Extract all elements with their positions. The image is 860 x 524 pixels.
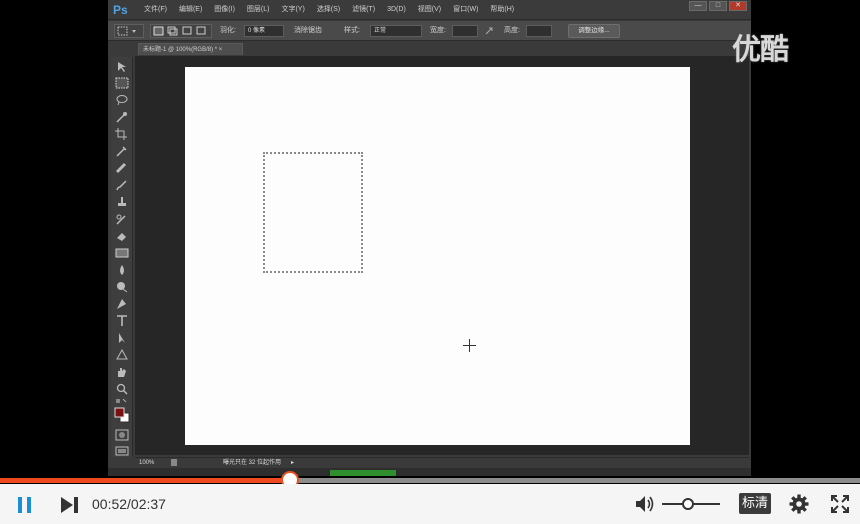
rectangular-selection <box>263 152 363 273</box>
move-tool-icon[interactable] <box>115 61 129 73</box>
selection-mode-buttons[interactable] <box>150 24 212 38</box>
minimize-button[interactable]: — <box>689 1 707 11</box>
youku-watermark: 优酷 <box>732 34 789 66</box>
menu-item[interactable]: 文字(Y) <box>275 0 310 20</box>
type-tool-icon[interactable] <box>115 315 129 327</box>
menu-items: 文件(F) 编辑(E) 图像(I) 图层(L) 文字(Y) 选择(S) 滤镜(T) 3D(D)… <box>138 0 520 20</box>
menu-item[interactable]: 图像(I) <box>208 0 241 20</box>
player-controls: 00:52/02:37 标清 <box>0 484 860 524</box>
width-label: 宽度: <box>430 27 446 34</box>
healing-brush-tool-icon[interactable] <box>115 162 129 174</box>
height-label: 高度: <box>504 27 520 34</box>
refine-edge-button[interactable]: 调整边缘... <box>568 24 620 38</box>
menu-item[interactable]: 文件(F) <box>138 0 173 20</box>
taskbar-strip <box>108 468 751 476</box>
menu-item[interactable]: 窗口(W) <box>447 0 484 20</box>
eraser-tool-icon[interactable] <box>115 230 129 242</box>
menu-item[interactable]: 图层(L) <box>241 0 276 20</box>
status-menu-arrow-icon[interactable]: ▸ <box>291 458 294 468</box>
antialias-checkbox[interactable]: 消除锯齿 <box>294 21 322 41</box>
menu-item[interactable]: 选择(S) <box>311 0 346 20</box>
dodge-tool-icon[interactable] <box>115 281 129 293</box>
height-input[interactable] <box>526 25 552 37</box>
document-canvas[interactable] <box>185 67 690 445</box>
color-swatches[interactable] <box>114 407 130 423</box>
volume-slider[interactable] <box>662 495 720 513</box>
hand-tool-icon[interactable] <box>115 366 129 378</box>
volume-knob[interactable] <box>682 498 695 510</box>
tools-panel <box>111 57 133 457</box>
width-input[interactable] <box>452 25 478 37</box>
path-selection-tool-icon[interactable] <box>115 332 129 344</box>
tool-preset-picker[interactable] <box>114 24 144 38</box>
document-tab[interactable]: 未标题-1 @ 100%(RGB/8) * × <box>138 43 243 55</box>
photoshop-logo: Ps <box>113 3 128 17</box>
menu-item[interactable]: 帮助(H) <box>484 0 520 20</box>
next-button[interactable] <box>60 496 80 514</box>
status-info: 曝光只在 32 位起作用 <box>223 460 282 466</box>
feather-label: 羽化: <box>220 27 236 34</box>
quick-mask-icon[interactable] <box>115 429 129 441</box>
zoom-level[interactable]: 100% <box>139 458 154 468</box>
clone-stamp-tool-icon[interactable] <box>115 196 129 208</box>
options-bar: 羽化: 0 像素 消除锯齿 样式: 正常 宽度: 高度: 调整边缘... <box>108 21 751 41</box>
status-icon <box>171 459 177 466</box>
video-frame[interactable]: Ps 文件(F) 编辑(E) 图像(I) 图层(L) 文字(Y) 选择(S) 滤镜(T) 3D… <box>0 0 860 476</box>
quick-selection-tool-icon[interactable] <box>115 111 129 123</box>
selection-mode-icon <box>153 26 206 36</box>
style-select[interactable]: 正常 <box>370 25 422 37</box>
marquee-preset-icon <box>117 26 136 36</box>
quality-button[interactable]: 标清 <box>739 493 771 514</box>
window-buttons: — □ ✕ <box>689 1 747 11</box>
zoom-tool-icon[interactable] <box>115 383 129 395</box>
gradient-tool-icon[interactable] <box>115 247 129 259</box>
shape-tool-icon[interactable] <box>115 349 129 361</box>
pause-button[interactable] <box>16 496 34 514</box>
photoshop-window: Ps 文件(F) 编辑(E) 图像(I) 图层(L) 文字(Y) 选择(S) 滤镜(T) 3D… <box>108 0 751 476</box>
history-brush-tool-icon[interactable] <box>115 213 129 225</box>
style-label: 样式: <box>344 27 360 34</box>
eyedropper-tool-icon[interactable] <box>115 145 129 157</box>
screen-mode-icon[interactable] <box>115 445 129 457</box>
progress-played <box>0 478 291 483</box>
lasso-tool-icon[interactable] <box>115 94 129 106</box>
menu-item[interactable]: 3D(D) <box>381 0 412 20</box>
time-display: 00:52/02:37 <box>92 496 166 512</box>
menu-bar: Ps 文件(F) 编辑(E) 图像(I) 图层(L) 文字(Y) 选择(S) 滤镜(T) 3D… <box>108 0 751 20</box>
maximize-button[interactable]: □ <box>709 1 727 11</box>
brush-tool-icon[interactable] <box>115 179 129 191</box>
crop-tool-icon[interactable] <box>115 128 129 140</box>
menu-item[interactable]: 滤镜(T) <box>346 0 381 20</box>
feather-input[interactable]: 0 像素 <box>244 25 284 37</box>
fullscreen-icon[interactable] <box>830 494 850 514</box>
volume-icon[interactable] <box>635 495 655 513</box>
settings-gear-icon[interactable] <box>789 494 809 514</box>
close-button[interactable]: ✕ <box>729 1 747 11</box>
blur-tool-icon[interactable] <box>115 264 129 276</box>
crosshair-cursor-icon <box>463 339 476 352</box>
status-bar: 100% 曝光只在 32 位起作用 ▸ <box>135 457 749 468</box>
document-workspace <box>135 56 749 455</box>
marquee-tool-icon[interactable] <box>115 77 129 89</box>
pen-tool-icon[interactable] <box>115 298 129 310</box>
menu-item[interactable]: 编辑(E) <box>173 0 208 20</box>
swap-icon[interactable] <box>484 26 494 36</box>
menu-item[interactable]: 视图(V) <box>412 0 447 20</box>
